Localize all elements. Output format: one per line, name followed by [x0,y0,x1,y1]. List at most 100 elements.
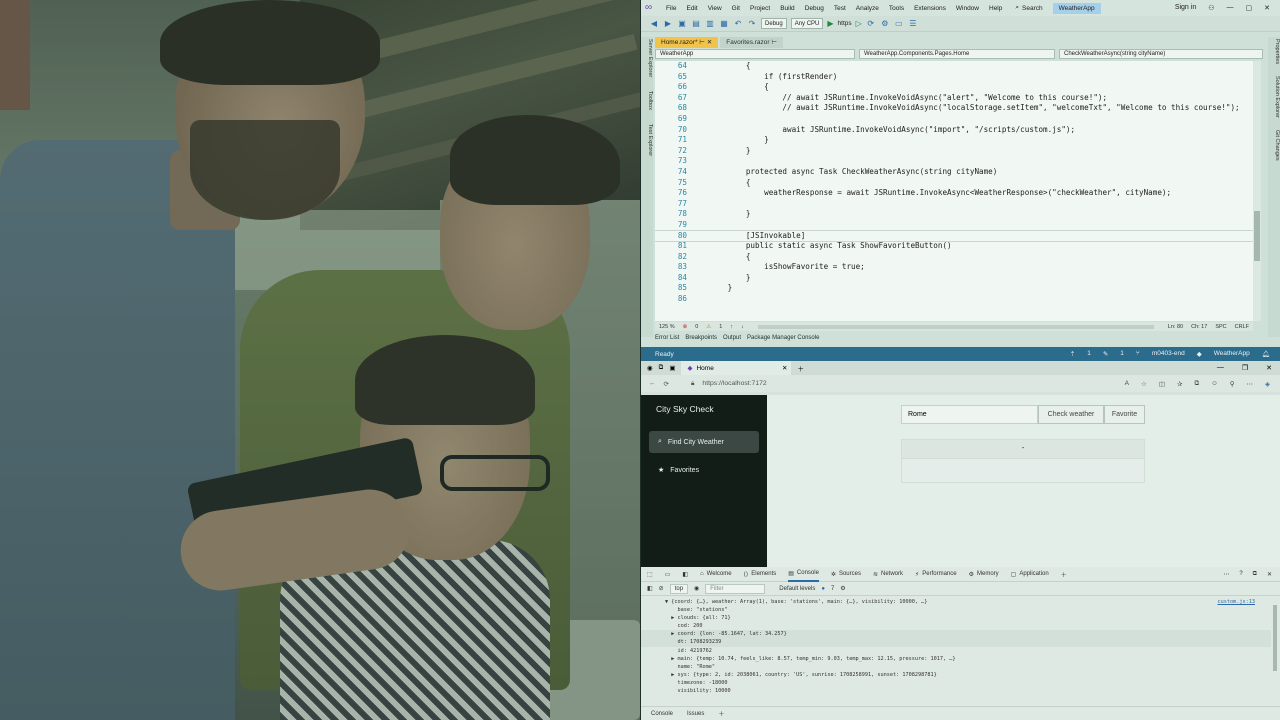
warning-count-icon[interactable]: ⚠ [706,324,711,330]
menu-debug[interactable]: Debug [800,5,829,12]
console-line[interactable]: ▶ main: {temp: 10.74, feels_like: 8.57, … [641,655,1271,663]
code-line[interactable]: 77 [655,199,1253,210]
drawer-tab-issues[interactable]: Issues [687,711,704,717]
edit-icon[interactable]: ✎ [1103,350,1108,358]
console-line[interactable]: cod: 200 [641,622,1271,630]
menu-tools[interactable]: Tools [884,5,909,12]
minimize-icon[interactable]: — [1227,4,1234,12]
close-icon[interactable]: ✕ [1266,364,1272,372]
run-target[interactable]: https [838,20,852,27]
console-line[interactable]: id: 4219762 [641,647,1271,655]
configuration-select[interactable]: Debug [761,18,787,29]
package-manager-console-tab[interactable]: Package Manager Console [747,335,819,344]
git-branch[interactable]: m0403-end [1152,350,1185,358]
close-devtools-icon[interactable]: ✕ [1267,571,1272,578]
error-count-icon[interactable]: ⊗ [683,324,688,330]
console-filter-input[interactable]: Filter [705,583,766,594]
code-line[interactable]: 71 } [655,135,1253,146]
menu-extensions[interactable]: Extensions [909,5,951,12]
breakpoints-tab[interactable]: Breakpoints [685,335,717,344]
pin-icon[interactable]: ⊢ [699,39,705,46]
issues-badge-icon[interactable]: ● [821,586,825,592]
project-dropdown[interactable]: WeatherApp [655,49,855,59]
console-line[interactable]: ▼ {coord: {…}, weather: Array(1), base: … [641,598,1271,606]
console-line[interactable]: ▶ sys: {type: 2, id: 2038061, country: '… [641,671,1271,679]
editor-vertical-scrollbar[interactable] [1253,61,1261,321]
save-all-icon[interactable]: ▦ [719,19,729,28]
code-line[interactable]: 72 } [655,146,1253,157]
editor-horizontal-scrollbar[interactable] [757,324,1154,329]
open-folder-icon[interactable]: ▤ [691,19,701,28]
code-line[interactable]: 82 { [655,252,1253,263]
menu-edit[interactable]: Edit [681,5,702,12]
code-line[interactable]: 84 } [655,273,1253,284]
more-icon[interactable]: ⋯ [1247,380,1254,388]
line-ending[interactable]: CRLF [1235,324,1253,330]
scrollbar-thumb[interactable] [1254,211,1260,261]
code-line[interactable]: 70 await JSRuntime.InvokeVoidAsync("impo… [655,125,1253,136]
code-line[interactable]: 73 [655,156,1253,167]
console-line[interactable]: ▶ clouds: {all: 71} [641,614,1271,622]
down-arrow-icon[interactable]: ↓ [741,324,744,330]
zoom-level[interactable]: 125 % [655,324,675,330]
menu-project[interactable]: Project [745,5,775,12]
git-changes-tab[interactable]: Git Changes [1268,130,1280,161]
bookmark-icon[interactable]: ▭ [894,19,904,28]
menu-analyze[interactable]: Analyze [851,5,884,12]
console-line[interactable]: visibility: 10000 [641,687,1271,695]
account-icon[interactable]: ⚇ [1208,4,1214,12]
git-repo[interactable]: WeatherApp [1214,350,1250,358]
tab-sources[interactable]: ✲ Sources [831,571,861,578]
vs-search-button[interactable]: ⌕ Search [1015,4,1042,12]
clear-console-icon[interactable]: ⊘ [659,585,664,592]
tab-actions-icon[interactable]: ▣ [669,364,675,372]
menu-help[interactable]: Help [984,5,1007,12]
code-line[interactable]: 67 // await JSRuntime.InvokeVoidAsync("a… [655,93,1253,104]
console-line[interactable]: name: "Rome" [641,663,1271,671]
toolbox-tab[interactable]: Toolbox [641,91,653,110]
drawer-tab-console[interactable]: Console [651,711,673,717]
split-screen-icon[interactable]: ◫ [1159,380,1165,388]
branch-icon[interactable]: ⑂ [1136,350,1140,358]
console-output[interactable]: ▼ {coord: {…}, weather: Array(1), base: … [641,598,1271,706]
console-line[interactable]: timezone: -18000 [641,679,1271,687]
console-line[interactable]: base: "stations" [641,606,1271,614]
tab-home-razor[interactable]: Home.razor* ⊢ ✕ [655,37,719,48]
code-line[interactable]: 78 } [655,209,1253,220]
new-file-icon[interactable]: ▣ [677,19,687,28]
comment-icon[interactable]: ☰ [908,19,918,28]
save-icon[interactable]: ▥ [705,19,715,28]
up-arrow-icon[interactable]: ↑ [730,324,733,330]
favorite-button[interactable]: Favorite [1104,405,1145,424]
code-line[interactable]: 79 [655,220,1253,231]
code-line[interactable]: 76 weatherResponse = await JSRuntime.Inv… [655,188,1253,199]
member-dropdown[interactable]: CheckWeatherAsync(string cityName) [1059,49,1263,59]
add-drawer-tab-icon[interactable]: ＋ [718,709,724,718]
code-line[interactable]: 66 { [655,82,1253,93]
reload-icon[interactable]: ⟳ [664,380,669,388]
error-list-tab[interactable]: Error List [655,335,679,344]
collections-icon[interactable]: ⧉ [1194,380,1199,388]
console-settings-icon[interactable]: ⚙ [840,585,845,592]
inspect-icon[interactable]: ⬚ [647,571,653,578]
context-select[interactable]: top [669,583,689,594]
test-explorer-tab[interactable]: Test Explorer [641,124,653,156]
add-tab-icon[interactable]: ＋ [1061,570,1067,579]
new-tab-icon[interactable]: ＋ [797,363,804,373]
console-line[interactable]: dt: 1708293239 [641,638,1271,647]
tab-network[interactable]: ≋ Network [873,571,903,578]
forward-icon[interactable]: ▶ [663,19,673,28]
more-icon[interactable]: ⋯ [1223,571,1229,578]
city-input[interactable]: Rome [901,405,1038,424]
issues-count[interactable]: 7 [831,586,834,592]
workspaces-icon[interactable]: ⧉ [659,364,664,372]
menu-build[interactable]: Build [775,5,799,12]
dock-icon[interactable]: ⧉ [1253,571,1257,578]
copilot-icon[interactable]: ◈ [1265,380,1270,388]
back-icon[interactable]: ← [649,380,656,387]
tab-favorites-razor[interactable]: Favorites.razor ⊢ [720,37,784,48]
menu-git[interactable]: Git [727,5,745,12]
menu-view[interactable]: View [703,5,727,12]
sidebar-icon[interactable]: ◧ [647,585,653,592]
push-icon[interactable]: ⇡ [1070,350,1075,358]
